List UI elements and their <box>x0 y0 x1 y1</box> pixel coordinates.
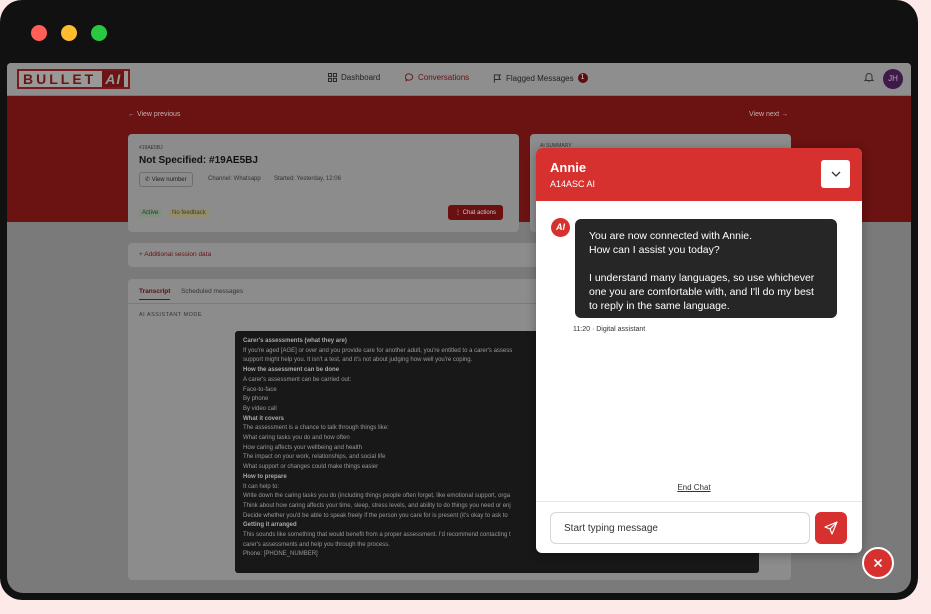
window-close-button[interactable] <box>31 25 47 41</box>
session-started: Started: Yesterday, 12:06 <box>274 176 341 182</box>
status-badge-feedback: No feedback <box>169 209 209 217</box>
view-number-label: View number <box>151 177 187 183</box>
more-vertical-icon: ⋮ <box>455 210 463 216</box>
assistant-message-bubble: You are now connected with Annie. How ca… <box>575 219 837 318</box>
session-id-small: #19AE5BJ <box>139 145 163 151</box>
view-next-link[interactable]: View next → <box>749 111 788 118</box>
session-channel: Channel: Whatsapp <box>208 176 261 182</box>
chat-composer <box>536 501 862 553</box>
message-meta: 11:20 · Digital assistant <box>573 326 645 333</box>
chat-widget: Annie A14ASC AI AI You are now connected… <box>536 148 862 553</box>
window-minimize-button[interactable] <box>61 25 77 41</box>
flagged-count-badge: 1 <box>577 73 588 83</box>
bot-avatar: AI <box>551 218 570 237</box>
grid-icon <box>328 73 337 82</box>
chat-actions-button[interactable]: ⋮ Chat actions <box>448 205 504 220</box>
brand-logo[interactable]: BULLET AI <box>17 69 131 89</box>
nav-conversations[interactable]: Conversations <box>405 73 469 82</box>
assistant-mode-label: AI ASSISTANT MODE <box>139 312 203 318</box>
window-maximize-button[interactable] <box>91 25 107 41</box>
session-title: Not Specified: #19AE5BJ <box>139 155 258 166</box>
view-previous-link[interactable]: ← View previous <box>128 111 180 118</box>
message-sender: Digital assistant <box>596 326 646 333</box>
top-navbar: BULLET AI Dashboard Conversations Flagge… <box>7 63 911 96</box>
logo-ai-mark: AI <box>102 71 125 87</box>
logo-text: BULLET <box>23 71 97 87</box>
assistant-subtitle: A14ASC AI <box>550 179 596 189</box>
send-button[interactable] <box>815 512 847 544</box>
message-line-1: You are now connected with Annie. <box>589 230 753 242</box>
close-icon <box>873 558 883 568</box>
close-chat-fab[interactable] <box>862 547 894 579</box>
nav-flagged-label: Flagged Messages <box>506 73 574 83</box>
send-icon <box>824 521 838 535</box>
assistant-name: Annie <box>550 160 587 175</box>
nav-dashboard[interactable]: Dashboard <box>328 73 380 82</box>
chat-actions-label: Chat actions <box>462 210 497 216</box>
additional-session-data-link[interactable]: + Additional session data <box>139 251 211 258</box>
window-controls <box>31 25 107 41</box>
chevron-down-icon <box>831 171 840 177</box>
end-chat-link[interactable]: End Chat <box>536 483 852 492</box>
app-window: BULLET AI Dashboard Conversations Flagge… <box>0 0 918 600</box>
status-badge-active: Active <box>139 209 162 217</box>
tab-scheduled-messages[interactable]: Scheduled messages <box>181 288 243 295</box>
message-paragraph-2: I understand many languages, so use whic… <box>589 272 815 312</box>
flag-icon <box>493 73 501 83</box>
message-time: 11:20 <box>573 326 590 333</box>
chat-header: Annie A14ASC AI <box>536 148 862 201</box>
bell-icon[interactable] <box>863 72 875 85</box>
message-input[interactable] <box>550 512 810 544</box>
phone-icon: ✆ <box>145 177 152 183</box>
tab-transcript[interactable]: Transcript <box>139 288 171 300</box>
collapse-chat-button[interactable] <box>821 160 850 188</box>
chat-bubble-icon <box>405 73 414 82</box>
nav-conversations-label: Conversations <box>418 73 470 82</box>
view-number-button[interactable]: ✆ View number <box>139 172 193 187</box>
nav-dashboard-label: Dashboard <box>341 73 381 82</box>
nav-flagged-messages[interactable]: Flagged Messages 1 <box>493 73 588 83</box>
message-line-2: How can I assist you today? <box>589 244 720 256</box>
user-avatar[interactable]: JH <box>883 69 903 89</box>
session-card: #19AE5BJ Not Specified: #19AE5BJ ✆ View … <box>128 134 519 232</box>
